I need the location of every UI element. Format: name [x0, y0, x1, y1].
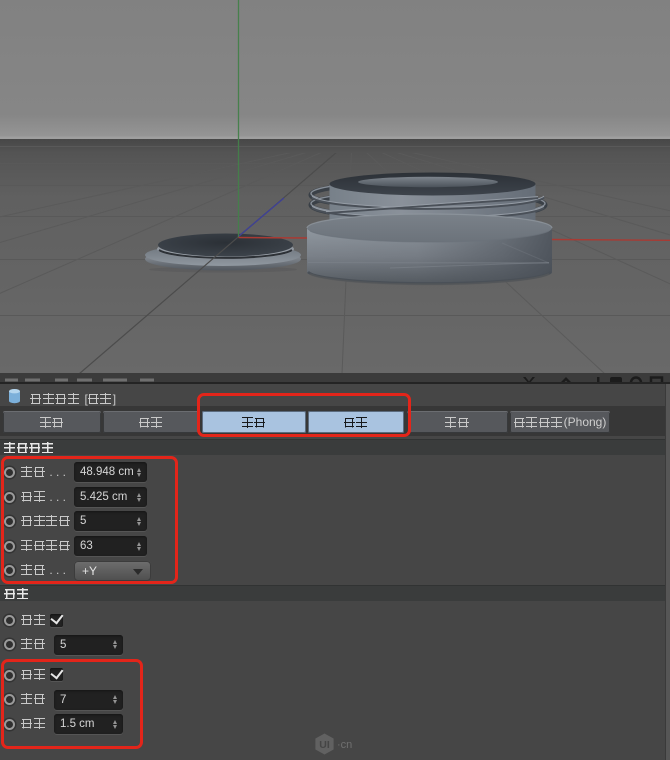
- svg-text:·cn: ·cn: [337, 739, 352, 751]
- svg-text:UI: UI: [319, 739, 330, 751]
